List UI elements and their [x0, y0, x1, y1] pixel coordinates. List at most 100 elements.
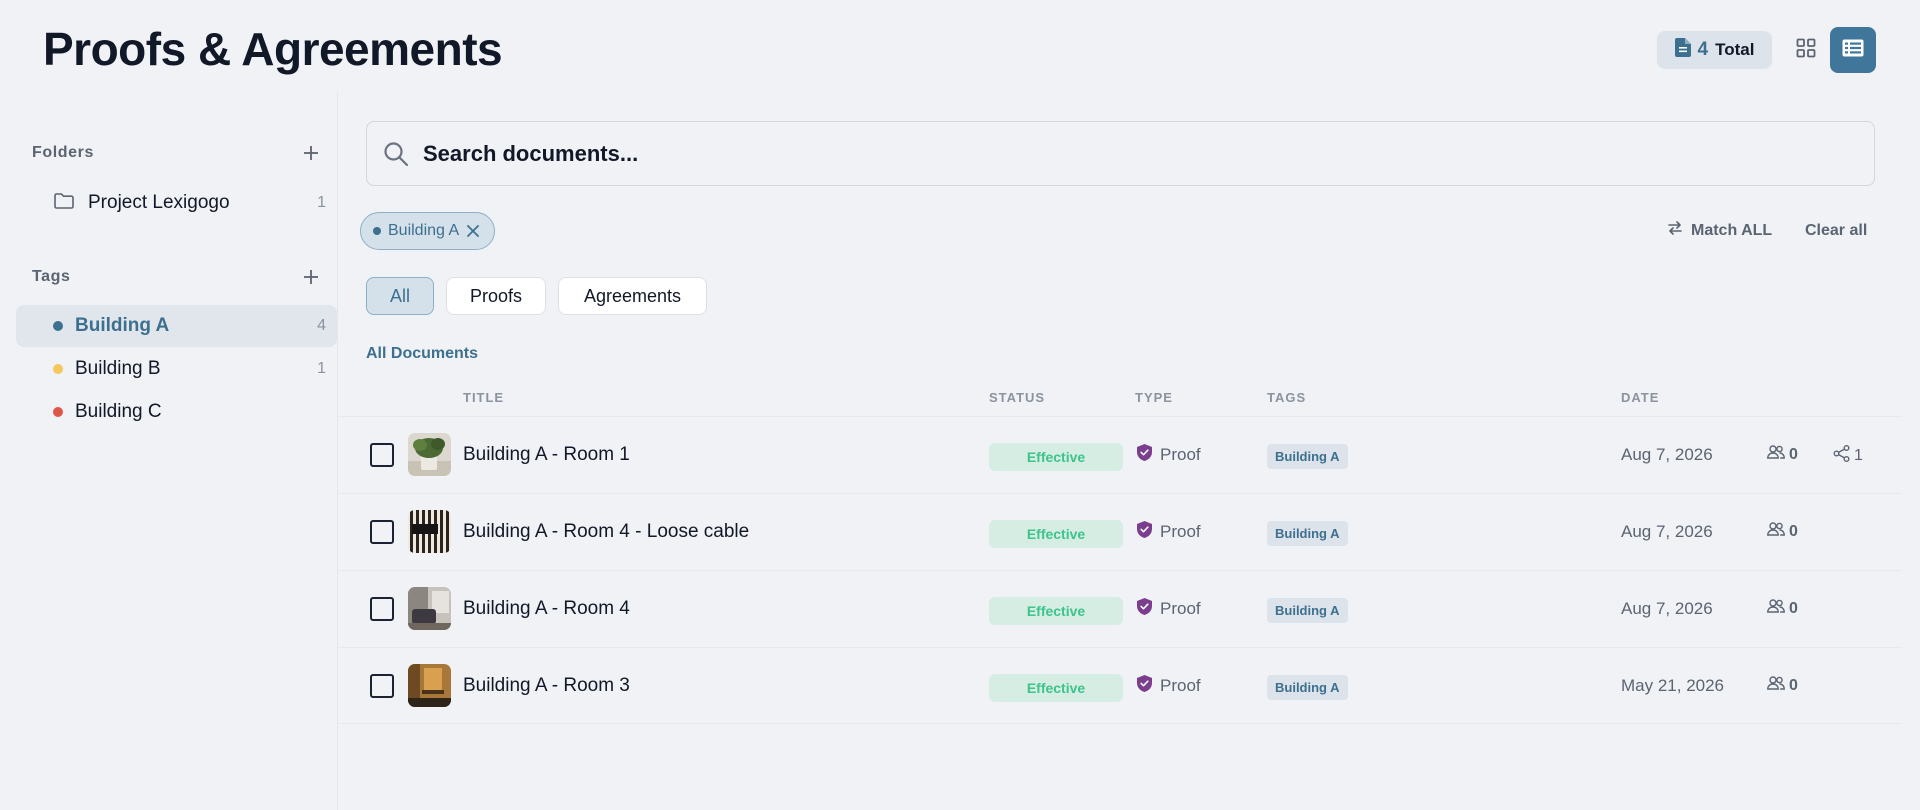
users-count: 0 [1767, 676, 1798, 695]
date-cell: May 21, 2026 [1621, 676, 1725, 695]
remove-filter-close-icon[interactable] [466, 224, 480, 238]
swap-arrows-icon [1667, 221, 1683, 240]
column-header-title: TITLE [463, 390, 505, 405]
users-count: 0 [1767, 445, 1798, 464]
tag-name: Building B [75, 358, 161, 379]
status-badge: Effective [989, 520, 1123, 548]
tag-item-building-c[interactable]: Building C [16, 391, 337, 433]
document-thumbnail [408, 664, 451, 707]
share-button[interactable]: 1 [1833, 445, 1863, 467]
search-input[interactable] [423, 140, 1823, 167]
total-documents-badge: 4 Total [1657, 31, 1772, 69]
users-count-value: 0 [1789, 522, 1798, 540]
match-all-label: Match ALL [1691, 221, 1773, 239]
column-header-status: STATUS [989, 390, 1046, 405]
status-badge: Effective [989, 443, 1123, 471]
table-row[interactable]: Building A - Room 1 Effective Proof Buil… [338, 416, 1902, 493]
date-cell: Aug 7, 2026 [1621, 522, 1713, 541]
tag-item-building-b[interactable]: Building B 1 [16, 348, 337, 390]
tag-name: Building A [75, 315, 170, 336]
users-count-value: 0 [1789, 445, 1798, 463]
row-checkbox[interactable] [370, 443, 394, 467]
document-icon [1674, 38, 1691, 62]
folder-count: 1 [317, 194, 326, 211]
tag-count: 1 [317, 360, 326, 377]
shield-check-icon [1137, 444, 1152, 466]
share-icon [1833, 445, 1850, 467]
tab-all[interactable]: All [366, 277, 434, 315]
shield-check-icon [1137, 521, 1152, 543]
share-count: 1 [1854, 447, 1863, 464]
tag-badge: Building A [1267, 444, 1348, 469]
add-folder-button[interactable] [300, 142, 322, 164]
list-view-button[interactable] [1830, 27, 1876, 73]
tab-proofs[interactable]: Proofs [446, 277, 546, 315]
users-count-value: 0 [1789, 599, 1798, 617]
tag-color-dot [53, 407, 63, 417]
users-icon [1767, 599, 1785, 618]
tag-color-dot [53, 364, 63, 374]
table-row[interactable]: Building A - Room 4 - Loose cable Effect… [338, 493, 1902, 570]
tag-badge: Building A [1267, 521, 1348, 546]
tags-header: Tags [32, 266, 322, 288]
type-label: Proof [1160, 445, 1201, 464]
shield-check-icon [1137, 675, 1152, 697]
document-thumbnail [408, 510, 451, 553]
users-icon [1767, 676, 1785, 695]
list-icon [1842, 39, 1864, 62]
status-badge: Effective [989, 674, 1123, 702]
tag-badge: Building A [1267, 598, 1348, 623]
status-badge: Effective [989, 597, 1123, 625]
type-label: Proof [1160, 676, 1201, 695]
row-checkbox[interactable] [370, 520, 394, 544]
type-cell: Proof [1137, 675, 1201, 697]
add-tag-button[interactable] [300, 266, 322, 288]
date-cell: Aug 7, 2026 [1621, 599, 1713, 618]
folders-header: Folders [32, 142, 322, 164]
grid-view-button[interactable] [1790, 29, 1822, 71]
document-thumbnail [408, 433, 451, 476]
clear-all-button[interactable]: Clear all [1805, 222, 1867, 240]
match-all-toggle[interactable]: Match ALL [1667, 221, 1772, 240]
search-box [366, 121, 1875, 186]
document-title[interactable]: Building A - Room 4 - Loose cable [463, 521, 749, 543]
users-icon [1767, 445, 1785, 464]
users-icon [1767, 522, 1785, 541]
row-checkbox[interactable] [370, 674, 394, 698]
grid-icon [1796, 38, 1816, 63]
shield-check-icon [1137, 598, 1152, 620]
type-cell: Proof [1137, 444, 1201, 466]
folder-name: Project Lexigogo [88, 192, 230, 213]
type-label: Proof [1160, 599, 1201, 618]
section-label: All Documents [366, 345, 479, 362]
document-title[interactable]: Building A - Room 4 [463, 598, 630, 620]
tag-item-building-a[interactable]: Building A 4 [16, 305, 337, 347]
chip-label: Building A [388, 222, 460, 239]
type-cell: Proof [1137, 598, 1201, 620]
table-row[interactable]: Building A - Room 4 Effective Proof Buil… [338, 570, 1902, 647]
column-header-tags: TAGS [1267, 390, 1307, 405]
users-count: 0 [1767, 522, 1798, 541]
type-label: Proof [1160, 522, 1201, 541]
total-count: 4 [1697, 39, 1709, 60]
type-cell: Proof [1137, 521, 1201, 543]
tag-name: Building C [75, 401, 162, 422]
page-title: Proofs & Agreements [43, 23, 503, 75]
active-filter-chip[interactable]: Building A [360, 212, 496, 250]
folder-item-project-lexigogo[interactable]: Project Lexigogo 1 [54, 188, 326, 218]
tag-color-dot [53, 321, 63, 331]
tag-count: 4 [317, 317, 326, 334]
folders-label: Folders [32, 144, 94, 161]
folder-icon [54, 192, 74, 214]
table-row[interactable]: Building A - Room 3 Effective Proof Buil… [338, 647, 1902, 724]
document-title[interactable]: Building A - Room 3 [463, 675, 630, 697]
document-title[interactable]: Building A - Room 1 [463, 444, 630, 466]
chip-color-dot [373, 227, 381, 235]
search-icon [381, 139, 411, 169]
users-count: 0 [1767, 599, 1798, 618]
column-header-type: TYPE [1135, 390, 1173, 405]
date-cell: Aug 7, 2026 [1621, 445, 1713, 464]
row-checkbox[interactable] [370, 597, 394, 621]
tag-badge: Building A [1267, 675, 1348, 700]
tab-agreements[interactable]: Agreements [558, 277, 707, 315]
